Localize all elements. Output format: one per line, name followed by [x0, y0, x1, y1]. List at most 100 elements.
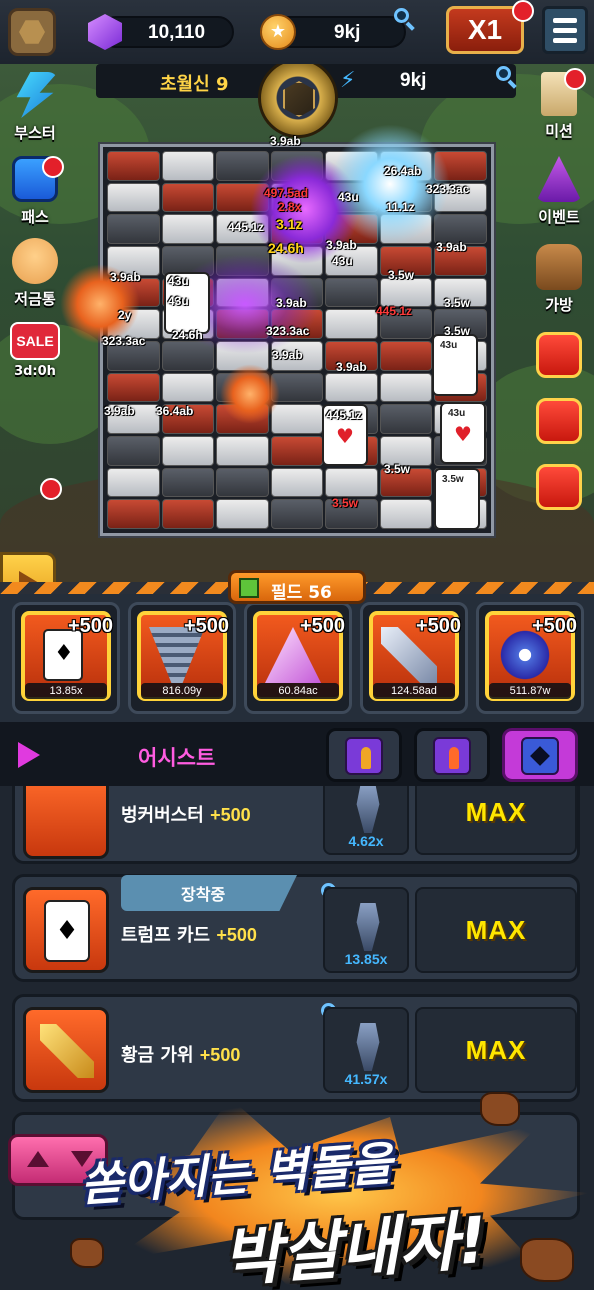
card-unit: 43u ♠ — [432, 334, 478, 396]
damage-text: 43u — [338, 190, 359, 204]
sale-badge: SALE — [10, 322, 60, 360]
bag-button[interactable]: 가방 — [524, 244, 594, 315]
brick — [161, 151, 215, 181]
party-hat-icon — [536, 156, 582, 202]
booster-icon — [16, 72, 58, 118]
upgrade-slot[interactable]: 41.57x — [323, 1007, 409, 1093]
weapon-bar: ♦ +500 13.85x +500 816.09y +500 60.84ac … — [0, 594, 594, 722]
brick — [270, 467, 324, 498]
brick — [107, 182, 160, 213]
brick — [216, 467, 269, 498]
brick — [107, 372, 160, 403]
lightning-icon: ⚡ — [340, 68, 356, 93]
damage-text: 3.9ab — [336, 360, 367, 374]
list-item[interactable]: 황금 가위 +500 41.57x MAX — [12, 994, 580, 1102]
shell-icon — [449, 747, 459, 769]
stage-label: 초월신 9 — [160, 74, 229, 95]
damage-text: 3.5w — [444, 296, 471, 310]
rank-emblem[interactable] — [258, 64, 338, 138]
gem-count: 10,110 — [148, 22, 206, 43]
max-button[interactable]: MAX — [415, 1007, 577, 1093]
brick — [161, 214, 215, 244]
play-icon — [19, 571, 39, 582]
upgrade-slot[interactable]: 4.62x — [323, 786, 409, 855]
hamburger-icon — [553, 18, 577, 23]
coin-info-magnifier-icon[interactable] — [394, 8, 416, 31]
brick — [161, 499, 215, 529]
gift-icon — [536, 464, 582, 510]
field-tab[interactable]: 필드 56 — [228, 570, 366, 604]
menu-button[interactable] — [542, 6, 588, 54]
tab-chip[interactable] — [502, 728, 578, 782]
upgrade-slot[interactable]: 13.85x — [323, 887, 409, 973]
damage-text: 3.9ab — [436, 240, 467, 254]
brick — [325, 277, 378, 308]
max-button[interactable]: MAX — [415, 887, 577, 973]
damage-text: 3.5w — [444, 324, 471, 338]
event-button[interactable]: 이벤트 — [524, 156, 594, 227]
damage-text: 3.5w — [332, 496, 359, 510]
damage-text: 3.9ab — [272, 348, 303, 362]
max-button[interactable]: MAX — [415, 786, 577, 855]
brick — [270, 435, 324, 466]
brick — [379, 277, 433, 308]
sale-button[interactable]: SALE 3d:0h — [0, 322, 70, 379]
damage-text: 24.6h — [268, 240, 304, 256]
assist-header: 어시스트 — [0, 722, 594, 786]
damage-text: 445.1z — [376, 304, 413, 318]
damage-text: 497.5ad — [264, 186, 309, 200]
dps-info-magnifier-icon[interactable] — [496, 66, 518, 89]
drill-icon — [356, 786, 380, 833]
gem-emblem-icon — [283, 81, 315, 117]
brick — [270, 499, 324, 529]
play-field: 초월신 9 ⚡ 9kj 부스터 패스 저금통 SALE 3d:0h 미션 이벤트… — [0, 64, 594, 582]
auto-play-button[interactable] — [0, 552, 56, 582]
damage-text: 2y — [118, 308, 132, 322]
weapon-slot[interactable]: +500 816.09y — [128, 602, 236, 714]
bunker-buster-icon — [23, 786, 109, 859]
damage-text: 36.4ab — [156, 404, 194, 418]
list-item[interactable]: 장착중 ♦ 트럼프 카드 +500 13.85x MAX — [12, 874, 580, 982]
list-item[interactable]: 벙커버스터 +500 4.62x MAX — [12, 786, 580, 864]
gift-button-2[interactable] — [524, 398, 594, 444]
sale-timer: 3d:0h — [14, 364, 56, 379]
gift-button-1[interactable] — [524, 332, 594, 378]
play-icon[interactable] — [18, 742, 40, 768]
weapon-slot[interactable]: ♦ +500 13.85x — [12, 602, 120, 714]
field-label: 필드 56 — [271, 583, 332, 603]
damage-text: 323.3ac — [266, 324, 310, 338]
weapon-slot[interactable]: +500 124.58ad — [360, 602, 468, 714]
damage-text: 3.9ab — [110, 270, 141, 284]
damage-text: 445.1z — [326, 408, 363, 422]
card-unit: 43u ♥ — [440, 402, 486, 464]
drill-icon — [356, 1023, 380, 1071]
brick — [107, 467, 160, 498]
profile-hex-button[interactable] — [8, 8, 56, 56]
weapon-slot[interactable]: +500 60.84ac — [244, 602, 352, 714]
brick — [216, 435, 269, 466]
equipped-tag: 장착중 — [121, 875, 297, 911]
tab-shell[interactable] — [414, 728, 490, 782]
chip-icon — [530, 746, 550, 766]
damage-text: 24.6h — [172, 328, 203, 342]
brick — [379, 340, 433, 371]
bullet-icon — [361, 747, 371, 769]
promo-line-2: 박살내자! — [220, 1203, 490, 1290]
gift-icon — [536, 398, 582, 444]
tab-bullet[interactable] — [326, 728, 402, 782]
booster-button[interactable]: 부스터 — [0, 72, 70, 143]
damage-text: 3.5w — [384, 462, 411, 476]
brick — [379, 372, 433, 403]
brick — [107, 151, 160, 181]
damage-text: 323.3ac — [426, 182, 470, 196]
brick — [216, 499, 269, 529]
brick — [270, 404, 324, 434]
golden-scissors-icon — [23, 1007, 109, 1093]
grid-icon — [239, 578, 259, 598]
fire-effect — [220, 364, 280, 424]
damage-text: 3.9ab — [104, 404, 135, 418]
brick — [325, 372, 378, 403]
brick — [325, 467, 378, 498]
weapon-slot[interactable]: +500 511.87w — [476, 602, 584, 714]
gift-button-3[interactable] — [524, 464, 594, 510]
